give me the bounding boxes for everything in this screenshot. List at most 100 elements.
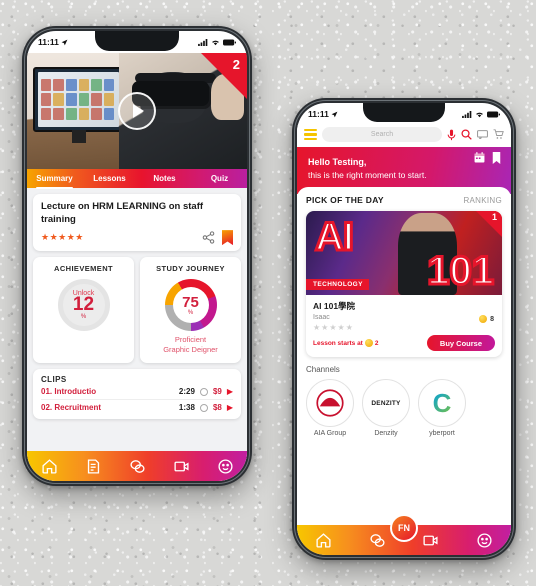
signal-icon xyxy=(198,38,208,46)
summary-content: Lecture on HRM LEARNING on staff trainin… xyxy=(27,188,247,481)
phone1-screen: 11:11 2 Summary Lessons Notes Quiz Lectu… xyxy=(27,31,247,481)
lesson-count-badge: 2 xyxy=(232,57,240,72)
course-art-ai: AI xyxy=(314,215,356,259)
clock-icon xyxy=(199,403,208,412)
aia-mark: AIA xyxy=(316,389,344,417)
channel-label: yberport xyxy=(429,430,455,437)
course-card[interactable]: AI 101 TECHNOLOGY 1 AI 101學院 Isaac ★★★★★… xyxy=(306,211,502,357)
home-content-sheet: PICK OF THE DAY RANKING AI 101 TECHNOLOG… xyxy=(297,187,511,543)
achievement-progress-ring: Unlock 12 % xyxy=(57,279,110,332)
clips-card: CLIPS 01. Introductio 2:29 $9 ▶ 02. Recr… xyxy=(33,369,241,420)
location-arrow-icon xyxy=(61,39,68,45)
denzity-wordmark: DENZITY xyxy=(371,399,401,407)
microphone-icon[interactable] xyxy=(447,129,456,141)
center-action-button[interactable]: FN xyxy=(390,514,418,542)
tab-summary[interactable]: Summary xyxy=(27,169,82,189)
video-icon[interactable] xyxy=(422,532,439,549)
course-title: AI 101學院 xyxy=(313,301,356,311)
course-details: AI 101學院 Isaac ★★★★★ 8 Lesson starts at … xyxy=(306,295,502,357)
clip-name: 02. Recruitment xyxy=(41,403,102,413)
lesson-price-value: 2 xyxy=(374,339,379,347)
achievement-card[interactable]: ACHIEVEMENT Unlock 12 % xyxy=(33,257,134,364)
lesson-price-label: Lesson starts at xyxy=(313,339,363,347)
phone-mockup-right: 11:11 Search Hello Testing, this is the … xyxy=(292,98,516,560)
clip-duration: 1:38 xyxy=(178,403,195,413)
bookmark-icon[interactable] xyxy=(222,230,233,246)
smiley-icon[interactable] xyxy=(217,458,234,475)
bookmark-icon[interactable] xyxy=(492,152,501,164)
course-art-101: 101 xyxy=(426,249,496,293)
lecture-title: Lecture on HRM LEARNING on staff trainin… xyxy=(41,201,204,225)
tab-notes[interactable]: Notes xyxy=(137,169,192,188)
coin-count: 8 xyxy=(490,315,494,323)
lecture-meta-row: ★★★★★ xyxy=(41,230,233,246)
search-placeholder: Search xyxy=(370,131,394,138)
wifi-icon xyxy=(476,112,483,117)
greeting-line-1: Hello Testing, xyxy=(308,157,367,167)
table-row[interactable]: 02. Recruitment 1:38 $8 ▶ xyxy=(41,400,233,415)
lecture-rating-stars: ★★★★★ xyxy=(41,232,84,243)
clip-name: 01. Introductio xyxy=(41,387,97,397)
smiley-icon[interactable] xyxy=(476,532,493,549)
ranking-link[interactable]: RANKING xyxy=(463,196,502,205)
play-triangle-icon[interactable]: ▶ xyxy=(227,403,233,412)
denzity-logo-icon: DENZITY xyxy=(362,379,410,427)
play-triangle-icon[interactable]: ▶ xyxy=(227,387,233,396)
home-icon[interactable] xyxy=(315,532,332,549)
study-journey-value: 75 xyxy=(182,293,199,311)
calendar-icon[interactable] xyxy=(474,152,485,163)
chat-icon[interactable] xyxy=(129,458,146,475)
channels-list: AIA AIA Group DENZITY Denzity C yberport xyxy=(306,379,502,437)
coin-balance: 8 xyxy=(479,315,494,323)
video-icon[interactable] xyxy=(173,458,190,475)
table-row[interactable]: 01. Introductio 2:29 $9 ▶ xyxy=(41,384,233,401)
cyberport-wordmark: C xyxy=(432,388,452,418)
play-button[interactable] xyxy=(118,92,156,130)
clip-duration: 2:29 xyxy=(178,387,195,397)
home-icon[interactable] xyxy=(41,458,58,475)
chat-icon[interactable] xyxy=(369,532,386,549)
list-item[interactable]: C yberport xyxy=(418,379,466,437)
lesson-price: Lesson starts at 2 xyxy=(313,339,378,347)
search-icon[interactable] xyxy=(461,129,472,140)
stats-row: ACHIEVEMENT Unlock 12 % STUDY JOURNEY 75… xyxy=(33,257,241,364)
section-title: PICK OF THE DAY xyxy=(306,195,384,205)
status-time: 11:11 xyxy=(38,37,59,47)
achievement-unit: % xyxy=(80,314,87,321)
clips-title: CLIPS xyxy=(41,375,67,385)
svg-text:AIA: AIA xyxy=(323,405,337,414)
share-icon[interactable] xyxy=(202,231,215,244)
greeting-line-2: this is the right moment to start. xyxy=(308,170,427,180)
hamburger-icon[interactable] xyxy=(304,129,317,140)
battery-icon xyxy=(223,39,236,45)
battery-icon xyxy=(487,111,500,117)
status-bar: 11:11 xyxy=(27,31,247,53)
channel-label: AIA Group xyxy=(313,430,347,437)
category-badge: TECHNOLOGY xyxy=(306,279,369,290)
study-journey-unit: % xyxy=(187,309,194,316)
hero-video[interactable]: 2 xyxy=(27,53,247,169)
tab-quiz[interactable]: Quiz xyxy=(192,169,247,188)
corner-badge-shape xyxy=(201,53,247,99)
tab-summary-label: Summary xyxy=(36,174,73,183)
signal-icon xyxy=(462,110,472,118)
chat-icon[interactable] xyxy=(477,130,488,139)
phone-mockup-left: 11:11 2 Summary Lessons Notes Quiz Lectu… xyxy=(22,26,252,486)
aia-logo-icon: AIA xyxy=(306,379,354,427)
buy-course-button[interactable]: Buy Course xyxy=(426,335,495,351)
cart-icon[interactable] xyxy=(493,129,504,140)
lecture-card[interactable]: Lecture on HRM LEARNING on staff trainin… xyxy=(33,194,241,252)
tab-lessons-label: Lessons xyxy=(93,174,126,183)
list-item[interactable]: DENZITY Denzity xyxy=(362,379,410,437)
document-icon[interactable] xyxy=(85,458,102,475)
study-journey-card[interactable]: STUDY JOURNEY 75 % Proficient Graphic De… xyxy=(140,257,241,364)
tab-notes-label: Notes xyxy=(153,174,176,183)
study-journey-role: Graphic Deigner xyxy=(163,345,218,355)
tab-lessons[interactable]: Lessons xyxy=(82,169,137,188)
list-item[interactable]: AIA AIA Group xyxy=(306,379,354,437)
course-rating-stars: ★★★★★ xyxy=(313,323,354,332)
channels-title: Channels xyxy=(306,365,340,374)
course-thumbnail: AI 101 TECHNOLOGY 1 xyxy=(306,211,502,295)
clip-price: $9 xyxy=(212,387,222,397)
search-input[interactable]: Search xyxy=(322,127,442,142)
